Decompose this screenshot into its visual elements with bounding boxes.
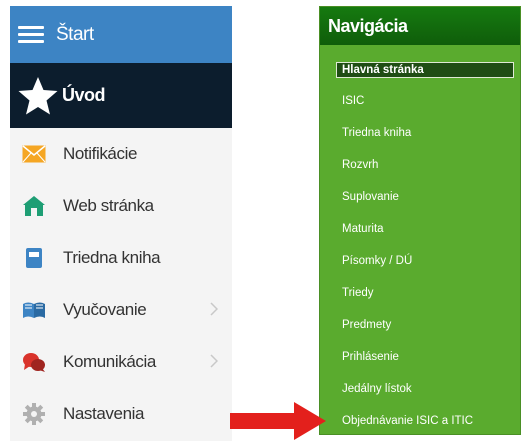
nav-item-triedna-kniha[interactable]: Triedna kniha (320, 117, 520, 149)
sidebar-item-label: Triedna kniha (63, 248, 161, 267)
navigation-title: Navigácia (328, 15, 408, 36)
nav-item-predmety[interactable]: Predmety (320, 309, 520, 341)
open-book-icon (22, 298, 46, 322)
nav-item-suplovanie[interactable]: Suplovanie (320, 181, 520, 213)
nav-item-prihlasenie[interactable]: Prihlásenie (320, 341, 520, 373)
chevron-right-icon (210, 302, 219, 316)
sidebar-item-label: Nastavenia (63, 404, 145, 423)
chat-icon (22, 350, 46, 374)
sidebar-item-label: Komunikácia (63, 352, 156, 371)
nav-item-objednavanie-isic-itic[interactable]: Objednávanie ISIC a ITIC (320, 405, 520, 437)
sidebar-item-komunikacia[interactable]: Komunikácia (10, 336, 232, 388)
home-icon (22, 194, 46, 218)
nav-item-jedalny-listok[interactable]: Jedálny lístok (320, 373, 520, 405)
gear-icon (22, 402, 46, 426)
sidebar-item-triedna-kniha[interactable]: Triedna kniha (10, 232, 232, 284)
start-label: Štart (56, 23, 94, 45)
hamburger-icon (18, 25, 44, 45)
star-icon (16, 75, 60, 117)
sidebar-item-label: Vyučovanie (63, 300, 147, 319)
envelope-icon (22, 142, 46, 166)
start-menu-button[interactable]: Štart (10, 6, 232, 63)
sidebar-item-label: Notifikácie (63, 144, 138, 163)
nav-item-pisomky-du[interactable]: Písomky / DÚ (320, 245, 520, 277)
sidebar-item-uvod[interactable]: Úvod (10, 63, 232, 128)
left-sidebar: Štart Úvod Notifikácie Web stránka Tried… (10, 6, 232, 441)
sidebar-item-label: Web stránka (63, 196, 154, 215)
sidebar-item-web-stranka[interactable]: Web stránka (10, 180, 232, 232)
nav-item-maturita[interactable]: Maturita (320, 213, 520, 245)
sidebar-item-uvod-label: Úvod (62, 85, 106, 105)
nav-item-triedy[interactable]: Triedy (320, 277, 520, 309)
nav-item-isic[interactable]: ISIC (320, 85, 520, 117)
book-icon (22, 246, 46, 270)
chevron-right-icon (210, 354, 219, 368)
navigation-panel: Navigácia Hlavná stránka ISIC Triedna kn… (319, 6, 521, 435)
nav-item-rozvrh[interactable]: Rozvrh (320, 149, 520, 181)
sidebar-item-notifikacie[interactable]: Notifikácie (10, 128, 232, 180)
sidebar-item-vyucovanie[interactable]: Vyučovanie (10, 284, 232, 336)
navigation-header: Navigácia (320, 7, 520, 45)
red-arrow-icon (228, 401, 328, 441)
nav-item-hlavna-stranka[interactable]: Hlavná stránka (336, 62, 514, 78)
sidebar-item-nastavenia[interactable]: Nastavenia (10, 388, 232, 440)
